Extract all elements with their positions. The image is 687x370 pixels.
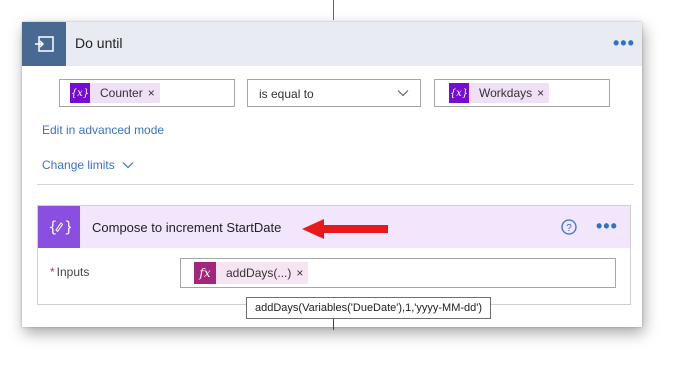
required-marker: *: [50, 265, 55, 279]
change-limits-label: Change limits: [42, 158, 115, 172]
operator-value: is equal to: [259, 87, 314, 101]
chevron-down-icon: [122, 162, 134, 169]
flow-connector-top: [333, 0, 334, 20]
workdays-token[interactable]: {x} Workdays ×: [449, 83, 550, 103]
condition-left-field[interactable]: {x} Counter ×: [59, 79, 235, 107]
do-until-title: Do until: [75, 35, 123, 51]
variable-icon: {x}: [449, 83, 469, 103]
loop-icon: [22, 22, 66, 66]
compose-icon: { }: [38, 206, 80, 248]
expression-token-label: addDays(...): [226, 266, 292, 280]
remove-token-icon[interactable]: ×: [296, 266, 308, 280]
help-icon[interactable]: ?: [561, 219, 577, 235]
inputs-field[interactable]: fx addDays(...) ×: [180, 258, 616, 288]
condition-right-field[interactable]: {x} Workdays ×: [434, 79, 610, 107]
expression-icon: fx: [194, 262, 216, 284]
compose-action-title: Compose to increment StartDate: [92, 220, 282, 235]
svg-text:}: }: [64, 218, 71, 236]
change-limits-link[interactable]: Change limits: [42, 158, 135, 172]
inputs-label: * Inputs: [50, 265, 89, 279]
svg-text:{: {: [48, 218, 58, 236]
operator-select[interactable]: is equal to: [247, 79, 421, 107]
workdays-token-label: Workdays: [479, 86, 533, 100]
counter-token-label: Counter: [100, 86, 143, 100]
edit-advanced-mode-link[interactable]: Edit in advanced mode: [42, 123, 164, 137]
remove-token-icon[interactable]: ×: [148, 86, 160, 100]
remove-token-icon[interactable]: ×: [537, 86, 549, 100]
counter-token[interactable]: {x} Counter ×: [70, 83, 160, 103]
do-until-card: Do until ••• {x} Counter × is equal to {…: [22, 22, 642, 327]
do-until-header[interactable]: Do until •••: [22, 22, 642, 66]
expression-token[interactable]: fx addDays(...) ×: [194, 262, 309, 284]
more-options-icon[interactable]: •••: [596, 217, 618, 235]
more-options-icon[interactable]: •••: [613, 34, 635, 52]
inputs-label-text: Inputs: [56, 265, 90, 279]
annotation-arrow-icon: [302, 219, 388, 239]
expression-tooltip: addDays(Variables('DueDate'),1,'yyyy-MM-…: [246, 297, 492, 319]
svg-text:?: ?: [566, 223, 572, 234]
variable-icon: {x}: [70, 83, 90, 103]
chevron-down-icon: [397, 90, 409, 97]
divider: [37, 184, 634, 185]
